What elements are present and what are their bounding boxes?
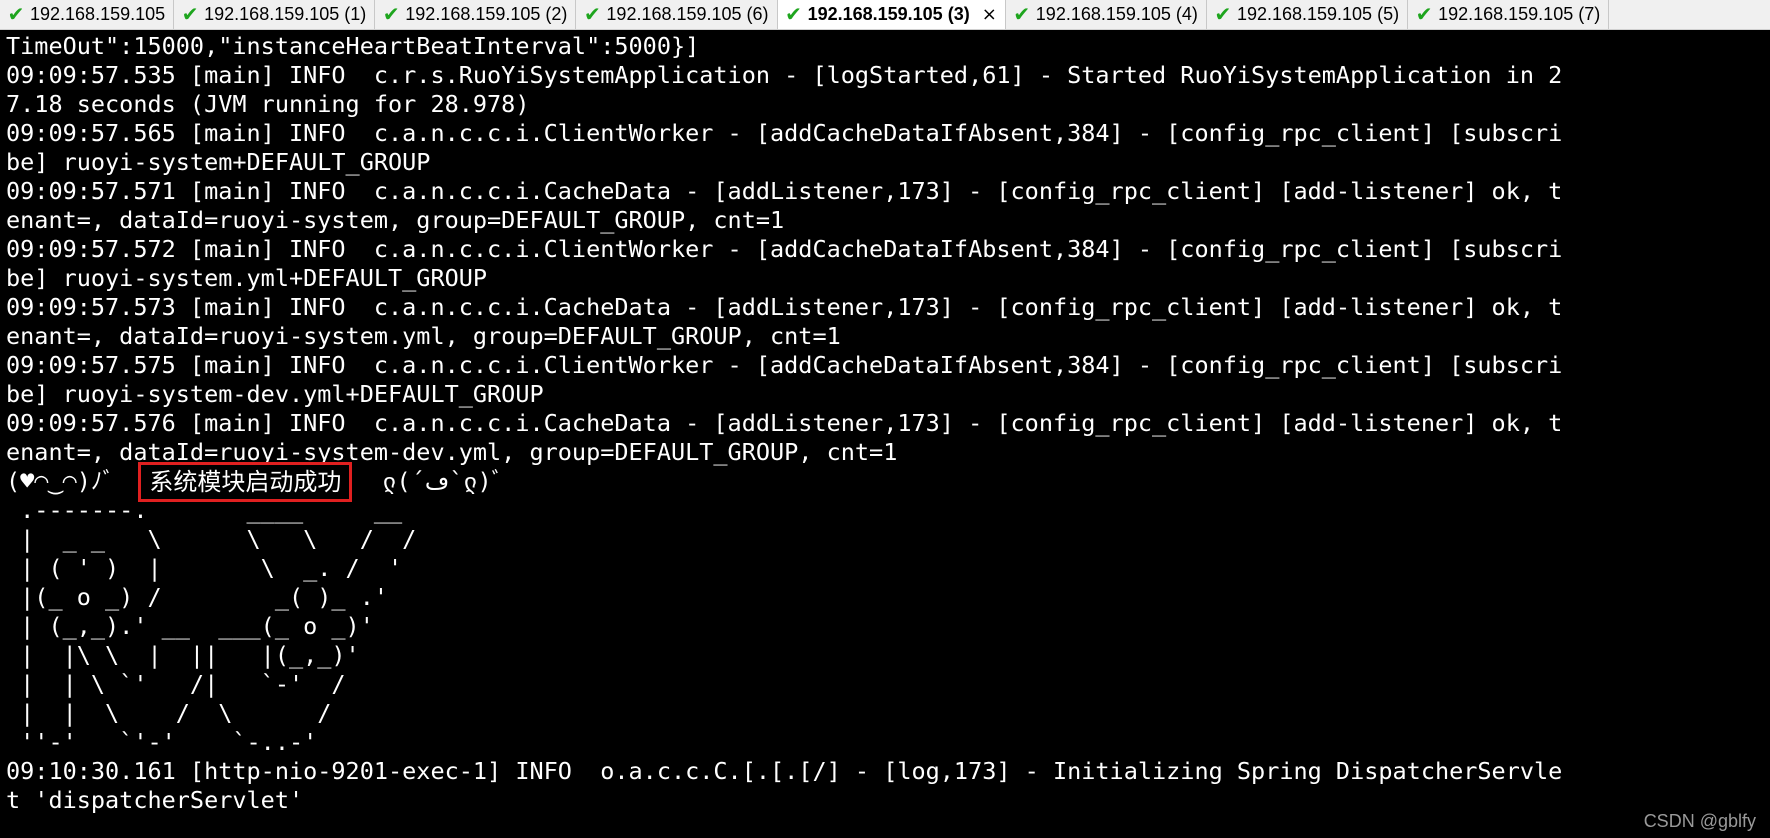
log-lines-after: 09:10:30.161 [http-nio-9201-exec-1] INFO…: [6, 757, 1770, 815]
log-line: 09:09:57.576 [main] INFO c.a.n.c.c.i.Cac…: [6, 409, 1563, 437]
check-icon: ✔: [1214, 2, 1232, 26]
ascii-art-line: | _ _ \ \ \ / /: [6, 525, 417, 553]
log-line: enant=, dataId=ruoyi-system, group=DEFAU…: [6, 206, 785, 234]
tab-label: 192.168.159.105 (2): [405, 3, 568, 24]
ascii-art-line: | | \ / \ /: [6, 699, 332, 727]
ascii-art-logo: .-------. ____ __ | _ _ \ \ \ / / | ( ' …: [6, 496, 1770, 757]
log-line: be] ruoyi-system-dev.yml+DEFAULT_GROUP: [6, 380, 544, 408]
log-line: 09:09:57.572 [main] INFO c.a.n.c.c.i.Cli…: [6, 235, 1563, 263]
tab-1[interactable]: ✔ 192.168.159.105 (1): [174, 0, 376, 29]
tab-label: 192.168.159.105 (6): [606, 3, 769, 24]
close-icon[interactable]: ×: [982, 4, 997, 25]
tab-3[interactable]: ✔ 192.168.159.105 (6): [576, 0, 778, 29]
check-icon: ✔: [181, 2, 199, 26]
tab-label: 192.168.159.105: [30, 3, 166, 24]
log-line: 09:10:30.161 [http-nio-9201-exec-1] INFO…: [6, 757, 1563, 785]
startup-banner-line: (♥◠‿◠)ﾉﾞ 系统模块启动成功 ლ(´ڡ`ლ)ﾞ: [6, 461, 1770, 502]
log-line: 09:09:57.573 [main] INFO c.a.n.c.c.i.Cac…: [6, 293, 1563, 321]
banner-suffix: ლ(´ڡ`ლ)ﾞ: [382, 467, 504, 495]
log-line: t 'dispatcherServlet': [6, 786, 304, 814]
log-line: be] ruoyi-system+DEFAULT_GROUP: [6, 148, 431, 176]
tab-label: 192.168.159.105 (4): [1035, 3, 1198, 24]
tab-bar: ✔ 192.168.159.105 ✔ 192.168.159.105 (1) ✔ 192…: [0, 0, 1770, 30]
ascii-art-line: | (_,_).' __ ___(_ o _)': [6, 612, 374, 640]
log-line: enant=, dataId=ruoyi-system.yml, group=D…: [6, 322, 841, 350]
check-icon: ✔: [1013, 2, 1031, 26]
tab-7[interactable]: ✔ 192.168.159.105 (7): [1408, 0, 1610, 29]
tab-label: 192.168.159.105 (3): [807, 3, 970, 24]
tab-6[interactable]: ✔ 192.168.159.105 (5): [1207, 0, 1409, 29]
ascii-art-line: | | \ `' /| `-' /: [6, 670, 346, 698]
ascii-art-line: | |\ \ | || |(_,_)': [6, 641, 360, 669]
tab-label: 192.168.159.105 (1): [204, 3, 367, 24]
check-icon: ✔: [584, 2, 601, 26]
tab-label: 192.168.159.105 (5): [1236, 3, 1400, 24]
terminal-output[interactable]: TimeOut":15000,"instanceHeartBeatInterva…: [0, 30, 1770, 838]
check-icon: ✔: [7, 2, 25, 26]
ascii-art-line: ''-' `'-' `-..-': [6, 728, 318, 756]
log-line: 09:09:57.565 [main] INFO c.a.n.c.c.i.Cli…: [6, 119, 1563, 147]
log-line: 09:09:57.535 [main] INFO c.r.s.RuoYiSyst…: [6, 61, 1563, 89]
log-lines-before: TimeOut":15000,"instanceHeartBeatInterva…: [6, 32, 1770, 467]
check-icon: ✔: [785, 2, 802, 26]
log-line: 7.18 seconds (JVM running for 28.978): [6, 90, 530, 118]
log-line: 09:09:57.571 [main] INFO c.a.n.c.c.i.Cac…: [6, 177, 1563, 205]
ascii-art-line: |(_ o _) / _( )_ .': [6, 583, 389, 611]
tab-2[interactable]: ✔ 192.168.159.105 (2): [375, 0, 577, 29]
tab-0[interactable]: ✔ 192.168.159.105: [0, 0, 175, 29]
tab-4[interactable]: ✔ 192.168.159.105 (3) ×: [777, 0, 1006, 29]
tab-label: 192.168.159.105 (7): [1438, 3, 1601, 24]
log-line: TimeOut":15000,"instanceHeartBeatInterva…: [6, 32, 700, 60]
watermark: CSDN @gblfy: [1643, 811, 1756, 831]
check-icon: ✔: [382, 2, 400, 26]
tab-5[interactable]: ✔ 192.168.159.105 (4): [1006, 0, 1207, 29]
ascii-art-line: .-------. ____ __: [6, 496, 403, 524]
ascii-art-line: | ( ' ) | \ _. / ': [6, 554, 403, 582]
log-line: be] ruoyi-system.yml+DEFAULT_GROUP: [6, 264, 488, 292]
banner-prefix: (♥◠‿◠)ﾉﾞ: [6, 467, 115, 495]
check-icon: ✔: [1415, 2, 1433, 26]
log-line: 09:09:57.575 [main] INFO c.a.n.c.c.i.Cli…: [6, 351, 1563, 379]
